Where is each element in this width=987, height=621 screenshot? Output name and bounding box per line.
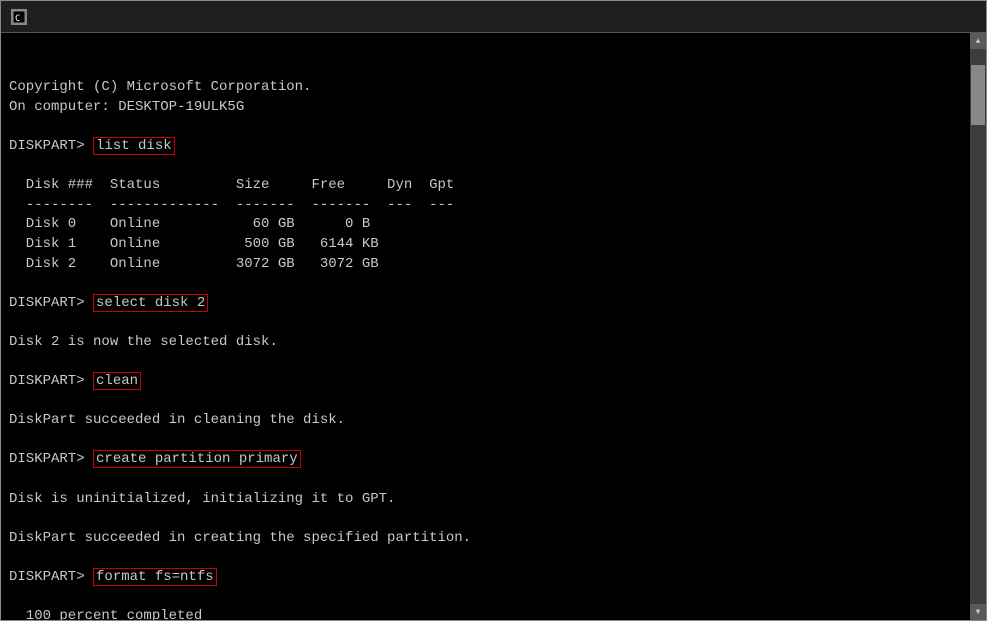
terminal-line: Disk is uninitialized, initializing it t… <box>9 490 962 510</box>
terminal-line <box>9 548 962 568</box>
prompt: DISKPART> <box>9 138 93 154</box>
title-bar: C <box>1 1 986 33</box>
svg-text:C: C <box>15 14 20 24</box>
maximize-button[interactable] <box>882 1 928 33</box>
terminal-line: DiskPart succeeded in creating the speci… <box>9 529 962 549</box>
terminal-line: Disk 2 Online 3072 GB 3072 GB <box>9 255 962 275</box>
terminal-line <box>9 588 962 608</box>
cmd-window: C Copyright (C) Microsoft Corporation. O… <box>0 0 987 621</box>
command-text: select disk 2 <box>93 294 208 312</box>
terminal-line: DISKPART> list disk <box>9 137 962 157</box>
terminal-line: Disk 0 Online 60 GB 0 B <box>9 215 962 235</box>
terminal-line <box>9 117 962 137</box>
terminal-line: 100 percent completed <box>9 607 962 620</box>
terminal-line <box>9 470 962 490</box>
terminal-line: DISKPART> select disk 2 <box>9 294 962 314</box>
terminal-line <box>9 353 962 373</box>
terminal-content[interactable]: Copyright (C) Microsoft Corporation. On … <box>1 33 970 620</box>
prompt: DISKPART> <box>9 451 93 467</box>
scroll-up-button[interactable]: ▲ <box>970 33 986 49</box>
command-text: list disk <box>93 137 175 155</box>
prompt: DISKPART> <box>9 295 93 311</box>
terminal-area: Copyright (C) Microsoft Corporation. On … <box>1 33 986 620</box>
terminal-line: On computer: DESKTOP-19ULK5G <box>9 98 962 118</box>
terminal-line: Disk 2 is now the selected disk. <box>9 333 962 353</box>
terminal-line: Disk ### Status Size Free Dyn Gpt <box>9 176 962 196</box>
terminal-line <box>9 274 962 294</box>
prompt: DISKPART> <box>9 373 93 389</box>
terminal-line <box>9 431 962 451</box>
terminal-line: DiskPart succeeded in cleaning the disk. <box>9 411 962 431</box>
terminal-line: DISKPART> clean <box>9 372 962 392</box>
minimize-button[interactable] <box>834 1 880 33</box>
close-button[interactable] <box>930 1 976 33</box>
command-text: format fs=ntfs <box>93 568 217 586</box>
scrollbar-thumb[interactable] <box>971 65 985 125</box>
terminal-line: DISKPART> create partition primary <box>9 450 962 470</box>
terminal-line <box>9 392 962 412</box>
command-text: clean <box>93 372 141 390</box>
terminal-line <box>9 509 962 529</box>
terminal-line: Disk 1 Online 500 GB 6144 KB <box>9 235 962 255</box>
window-controls <box>834 1 976 33</box>
terminal-line: Copyright (C) Microsoft Corporation. <box>9 78 962 98</box>
terminal-line: -------- ------------- ------- ------- -… <box>9 196 962 216</box>
terminal-line: DISKPART> format fs=ntfs <box>9 568 962 588</box>
prompt: DISKPART> <box>9 569 93 585</box>
terminal-line <box>9 157 962 177</box>
scroll-down-button[interactable]: ▼ <box>970 604 986 620</box>
terminal-line <box>9 313 962 333</box>
window-icon: C <box>11 9 27 25</box>
command-text: create partition primary <box>93 450 301 468</box>
scrollbar[interactable]: ▲ ▼ <box>970 33 986 620</box>
